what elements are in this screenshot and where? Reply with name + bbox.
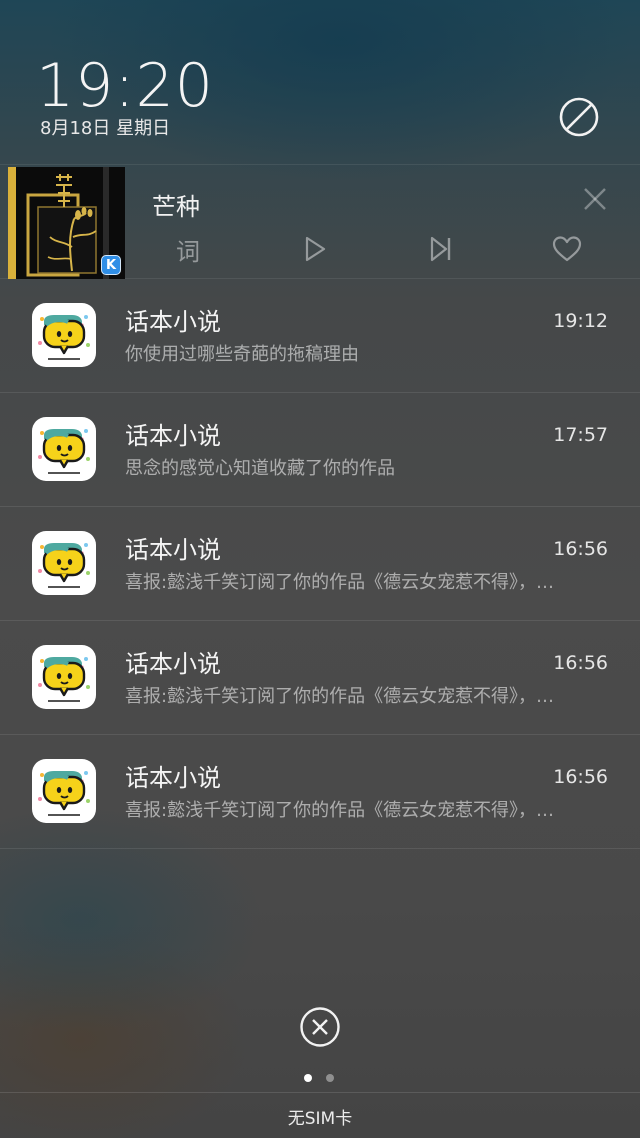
- lyrics-button[interactable]: 词: [172, 232, 204, 266]
- notification-item[interactable]: 话本小说 16:56 喜报:懿浅千笑订阅了你的作品《德云女宠惹不得》，…: [0, 507, 640, 621]
- song-title: 芒种: [152, 193, 200, 221]
- close-icon[interactable]: [580, 184, 610, 214]
- notification-app-name: 话本小说: [125, 650, 221, 678]
- app-icon: [32, 759, 96, 823]
- clock-date: 8月18日 星期日: [40, 118, 171, 139]
- app-icon: [32, 303, 96, 367]
- play-icon[interactable]: [298, 232, 332, 266]
- notification-body: 喜报:懿浅千笑订阅了你的作品《德云女宠惹不得》，…: [125, 572, 555, 593]
- notification-time: 19:12: [553, 310, 608, 332]
- album-accent-bar: [8, 167, 16, 279]
- notification-app-name: 话本小说: [125, 308, 221, 336]
- music-app-badge: K: [101, 255, 121, 275]
- notification-time: 16:56: [553, 538, 608, 560]
- notification-app-name: 话本小说: [125, 536, 221, 564]
- notification-time: 16:56: [553, 766, 608, 788]
- notification-item[interactable]: 话本小说 17:57 思念的感觉心知道收藏了你的作品: [0, 393, 640, 507]
- clock-time: 19:20: [36, 51, 214, 121]
- app-icon: [32, 417, 96, 481]
- heart-icon[interactable]: [550, 232, 584, 266]
- album-art: K: [8, 167, 125, 279]
- page-indicator: [304, 1074, 334, 1082]
- app-icon: [32, 531, 96, 595]
- notification-body: 思念的感觉心知道收藏了你的作品: [125, 458, 395, 479]
- notification-body: 你使用过哪些奇葩的拖稿理由: [125, 344, 359, 365]
- page-dot-2[interactable]: [326, 1074, 334, 1082]
- notification-item[interactable]: 话本小说 19:12 你使用过哪些奇葩的拖稿理由: [0, 279, 640, 393]
- notification-time: 17:57: [553, 424, 608, 446]
- do-not-disturb-icon[interactable]: [558, 96, 600, 138]
- clear-all-icon[interactable]: [299, 1006, 341, 1048]
- notification-app-name: 话本小说: [125, 422, 221, 450]
- notification-app-name: 话本小说: [125, 764, 221, 792]
- page-dot-1[interactable]: [304, 1074, 312, 1082]
- notification-time: 16:56: [553, 652, 608, 674]
- notification-body: 喜报:懿浅千笑订阅了你的作品《德云女宠惹不得》，…: [125, 686, 555, 707]
- app-icon: [32, 645, 96, 709]
- notification-body: 喜报:懿浅千笑订阅了你的作品《德云女宠惹不得》，…: [125, 800, 555, 821]
- notification-item[interactable]: 话本小说 16:56 喜报:懿浅千笑订阅了你的作品《德云女宠惹不得》，…: [0, 735, 640, 849]
- bottom-divider: [0, 1092, 640, 1093]
- sim-status: 无SIM卡: [287, 1109, 353, 1129]
- album-calligraphy: [56, 174, 72, 207]
- notification-item[interactable]: 话本小说 16:56 喜报:懿浅千笑订阅了你的作品《德云女宠惹不得》，…: [0, 621, 640, 735]
- skip-next-icon[interactable]: [424, 232, 458, 266]
